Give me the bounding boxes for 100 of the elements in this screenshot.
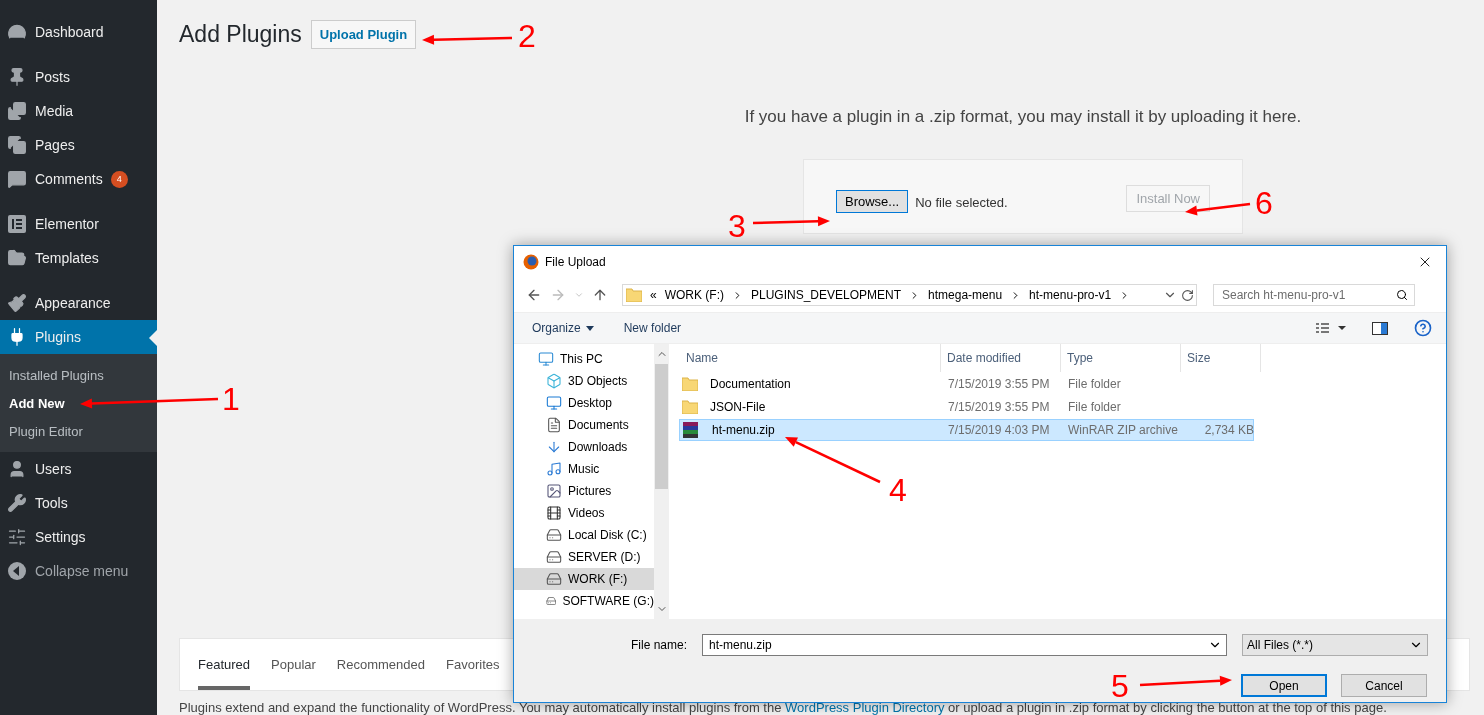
file-name-combo-box[interactable]: ht-menu.zip [702, 634, 1227, 656]
upload-plugin-button[interactable]: Upload Plugin [310, 20, 417, 49]
navigation-item[interactable]: SOFTWARE (G:) [514, 590, 654, 612]
archive-icon [682, 422, 700, 438]
file-name-label: File name: [630, 638, 687, 652]
annotation-arrow [1185, 202, 1251, 216]
picture-icon [546, 483, 562, 499]
cube-icon [546, 373, 562, 389]
submenu-item[interactable]: Installed Plugins [0, 361, 157, 389]
navigation-item[interactable]: Local Disk (C:) [514, 524, 654, 546]
sidebar-item[interactable]: Appearance [0, 286, 157, 320]
help-button[interactable] [1412, 317, 1434, 339]
dialog-button[interactable]: Open [1241, 674, 1327, 697]
file-name-field[interactable]: ht-menu.zip [707, 637, 1208, 653]
media-icon [7, 101, 27, 121]
file-row[interactable]: JSON-File 7/15/2019 3:55 PM File folder [679, 396, 1254, 418]
refresh-icon [1181, 288, 1194, 302]
navigation-item[interactable]: Pictures [514, 480, 654, 502]
annotation-number: 4 [889, 474, 907, 506]
file-status: No file selected. [915, 195, 1008, 210]
sidebar-item[interactable]: Pages [0, 128, 157, 162]
browser-logo-icon [523, 254, 539, 270]
elementor-icon [7, 214, 27, 234]
paintbrush-icon [7, 293, 27, 313]
column-header[interactable]: Date modified [941, 344, 1061, 372]
chevron-down-icon [574, 290, 584, 300]
search-icon [1396, 289, 1408, 301]
navigation-item[interactable]: This PC [514, 348, 654, 370]
description-text: Plugins extend and expand the functionality of WordPress. You may automatically install plugins from the WordPress Plugin Directory or upload a plugin in .zip format by clicking the button at the top of this page. [179, 701, 1388, 715]
filter-tab[interactable]: Favorites [446, 639, 500, 690]
monitor-icon [546, 395, 562, 411]
path-segment[interactable]: WORK (F:) [664, 288, 724, 302]
browse-button[interactable]: Browse... [836, 190, 909, 213]
path-segment[interactable]: htmega-menu [928, 288, 1003, 302]
sidebar-item[interactable]: Plugins [0, 320, 157, 354]
folder-icon [682, 377, 698, 391]
annotation-number: 6 [1255, 187, 1273, 219]
monitor-icon [538, 351, 554, 367]
annotation-number: 1 [222, 383, 240, 415]
dialog-button[interactable]: Cancel [1341, 674, 1427, 697]
sidebar-item[interactable]: Dashboard [0, 15, 157, 49]
sidebar-item[interactable]: Tools [0, 486, 157, 520]
drive-icon [546, 549, 562, 565]
filter-tab[interactable]: Popular [271, 639, 316, 690]
column-header[interactable]: Type [1061, 344, 1181, 372]
collapse-icon [7, 561, 27, 581]
navigation-item[interactable]: SERVER (D:) [514, 546, 654, 568]
drive-icon [546, 571, 562, 587]
sidebar-item[interactable]: Templates [0, 241, 157, 275]
sidebar-item[interactable]: Collapse menu [0, 554, 157, 588]
down-arrow-icon [546, 439, 562, 455]
address-bar[interactable]: « WORK (F:) PLUGINS_DEVELOPMENT htmega-menu ht-menu-pro-v1 [622, 284, 1197, 306]
page-title: Add Plugins [179, 21, 302, 48]
sidebar-item[interactable]: Settings [0, 520, 157, 554]
path-segment[interactable]: PLUGINS_DEVELOPMENT [751, 288, 902, 302]
upload-instructions: If you have a plugin in a .zip format, you may install it by uploading it here. [744, 107, 1302, 127]
folder-icon [626, 288, 642, 302]
wrench-icon [7, 493, 27, 513]
column-header[interactable]: Size [1181, 344, 1261, 372]
organize-button[interactable]: Organize [532, 321, 594, 335]
submenu-item[interactable]: Add New [0, 389, 157, 417]
navigation-item[interactable]: WORK (F:) [514, 568, 654, 590]
drive-icon [546, 527, 562, 543]
navigation-item[interactable]: Downloads [514, 436, 654, 458]
folder-icon [682, 400, 698, 414]
sidebar-item[interactable]: Users [0, 452, 157, 486]
sidebar-item[interactable]: Media [0, 94, 157, 128]
file-type-dropdown[interactable]: All Files (*.*) [1242, 634, 1428, 656]
scrollbar[interactable] [654, 344, 669, 619]
navigation-item[interactable]: 3D Objects [514, 370, 654, 392]
annotation-number: 5 [1111, 670, 1129, 702]
film-icon [546, 505, 562, 521]
submenu-item[interactable]: Plugin Editor [0, 417, 157, 445]
overflow-mark[interactable]: « [650, 288, 657, 302]
preview-pane-button[interactable] [1370, 319, 1390, 337]
file-row[interactable]: ht-menu.zip 7/15/2019 4:03 PM WinRAR ZIP archive 2,734 KB [679, 419, 1254, 441]
comment-icon [7, 169, 27, 189]
new-folder-button[interactable]: New folder [623, 321, 682, 335]
navigation-item[interactable]: Documents [514, 414, 654, 436]
file-row[interactable]: Documentation 7/15/2019 3:55 PM File folder [679, 373, 1254, 395]
navigation-item[interactable]: Desktop [514, 392, 654, 414]
folder-icon [7, 248, 27, 268]
plugin-directory-link[interactable]: WordPress Plugin Directory [785, 700, 945, 715]
annotation-number: 2 [518, 20, 536, 52]
document-icon [546, 417, 562, 433]
path-segment[interactable]: ht-menu-pro-v1 [1029, 288, 1112, 302]
annotation-number: 3 [728, 210, 746, 242]
filter-tab[interactable]: Recommended [336, 639, 425, 690]
navigation-item[interactable]: Music [514, 458, 654, 480]
sidebar-item[interactable]: Comments 4 [0, 162, 157, 196]
dialog-title: File Upload [545, 255, 606, 269]
sidebar-item[interactable]: Elementor [0, 207, 157, 241]
sidebar-item[interactable]: Posts [0, 60, 157, 94]
help-icon [1414, 319, 1432, 337]
pages-icon [7, 135, 27, 155]
navigation-item[interactable]: Videos [514, 502, 654, 524]
view-options-button[interactable] [1314, 321, 1348, 335]
filter-tab[interactable]: Featured [198, 639, 251, 690]
column-header[interactable]: Name [679, 344, 941, 372]
search-field[interactable]: Search ht-menu-pro-v1 [1213, 284, 1415, 306]
